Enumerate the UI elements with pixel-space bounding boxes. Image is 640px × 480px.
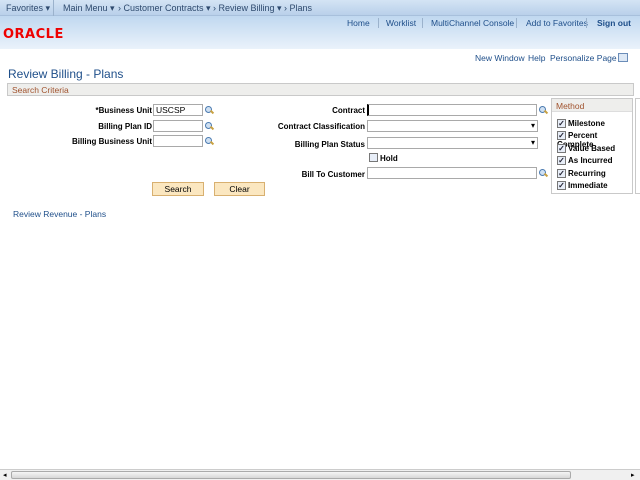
billing-plan-status-select[interactable] — [367, 137, 538, 149]
clear-button[interactable]: Clear — [214, 182, 265, 196]
method-recurring[interactable]: ✓ Recurring — [557, 169, 606, 179]
oracle-logo: ORACLE — [3, 27, 64, 42]
method-immediate[interactable]: ✓ Immediate — [557, 181, 608, 191]
home-link[interactable]: Home — [347, 18, 370, 28]
search-button[interactable]: Search — [152, 182, 204, 196]
method-group: Method ✓ Milestone ✓ Percent Complete ✓ Val… — [551, 98, 633, 194]
contract-input[interactable] — [367, 104, 537, 116]
scroll-left-arrow[interactable]: ◂ — [3, 471, 7, 479]
add-to-favorites-link[interactable]: Add to Favorites — [526, 18, 588, 28]
hold-label: Hold — [380, 154, 398, 163]
main-menu[interactable]: Main Menu ▾ — [63, 3, 115, 14]
grid-icon[interactable] — [618, 53, 628, 62]
header: Home Worklist MultiChannel Console Add t… — [0, 16, 640, 49]
bill-to-customer-input[interactable] — [367, 167, 537, 179]
breadcrumb-plans[interactable]: › Plans — [284, 3, 312, 13]
business-unit-input[interactable]: USCSP — [153, 104, 203, 116]
help-link[interactable]: Help — [528, 53, 545, 63]
billing-business-unit-label: Billing Business Unit — [71, 137, 152, 146]
search-criteria-header: Search Criteria — [7, 83, 634, 96]
contract-label: Contract — [332, 106, 365, 115]
next-group-edge — [635, 98, 640, 194]
horizontal-scrollbar[interactable]: ◂ ▸ — [0, 469, 640, 480]
bill-to-customer-label: Bill To Customer — [301, 170, 365, 179]
review-revenue-plans-link[interactable]: Review Revenue - Plans — [13, 209, 106, 219]
billing-plan-id-input[interactable] — [153, 120, 203, 132]
scroll-right-arrow[interactable]: ▸ — [631, 471, 635, 479]
sign-out-link[interactable]: Sign out — [597, 18, 631, 28]
search-icon[interactable] — [204, 105, 214, 115]
top-navigation: Favorites ▾ Main Menu ▾ › Customer Contr… — [0, 0, 640, 16]
search-icon[interactable] — [204, 121, 214, 131]
contract-classification-label: Contract Classification — [277, 122, 365, 131]
worklist-link[interactable]: Worklist — [386, 18, 416, 28]
method-as-incurred[interactable]: ✓ As Incurred — [557, 156, 612, 166]
method-value-based[interactable]: ✓ Value Based — [557, 144, 615, 154]
search-icon[interactable] — [538, 105, 548, 115]
billing-business-unit-input[interactable] — [153, 135, 203, 147]
search-icon[interactable] — [204, 136, 214, 146]
personalize-page-link[interactable]: Personalize Page — [550, 53, 617, 63]
hold-checkbox[interactable] — [369, 153, 378, 162]
search-icon[interactable] — [538, 168, 548, 178]
method-milestone[interactable]: ✓ Milestone — [557, 119, 605, 129]
method-header: Method — [552, 99, 632, 112]
multichannel-console-link[interactable]: MultiChannel Console — [431, 18, 514, 28]
scroll-thumb[interactable] — [11, 471, 571, 479]
page-title: Review Billing - Plans — [8, 67, 124, 81]
billing-plan-status-label: Billing Plan Status — [294, 140, 365, 149]
breadcrumb-review-billing[interactable]: › Review Billing ▾ — [213, 3, 282, 14]
divider — [53, 0, 54, 16]
billing-plan-id-label: Billing Plan ID — [98, 122, 152, 131]
breadcrumb-customer-contracts[interactable]: › Customer Contracts ▾ — [118, 3, 211, 14]
favorites-menu[interactable]: Favorites ▾ — [6, 3, 50, 14]
business-unit-label: *Business Unit — [95, 106, 152, 115]
new-window-link[interactable]: New Window — [475, 53, 525, 63]
contract-classification-select[interactable] — [367, 120, 538, 132]
